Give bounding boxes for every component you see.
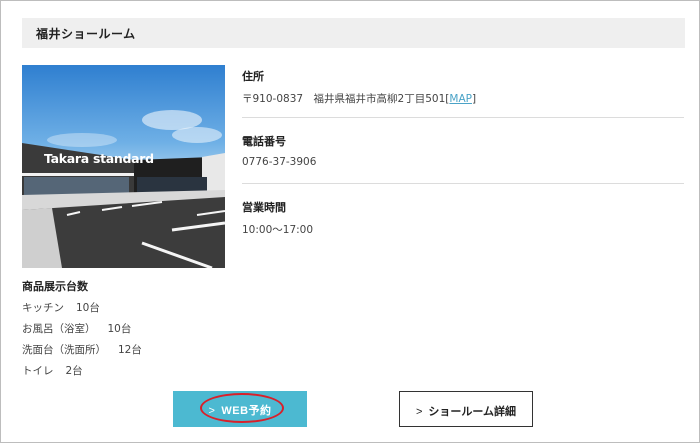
- chevron-right-icon: >: [415, 406, 423, 418]
- count-name: お風呂（浴室）: [22, 323, 96, 335]
- showroom-detail-text: ショールーム詳細: [428, 406, 517, 418]
- count-name: 洗面台（洗面所）: [22, 344, 106, 356]
- address-text: 〒910-0837 福井県福井市高柳2丁目501: [242, 93, 446, 105]
- divider: [242, 183, 684, 184]
- hours-value: 10:00〜17:00: [242, 224, 314, 236]
- address-value: 〒910-0837 福井県福井市高柳2丁目501[MAP]: [242, 91, 684, 106]
- showroom-header: 福井ショールーム: [22, 18, 685, 48]
- display-counts: 商品展示台数 キッチン 10台 お風呂（浴室） 10台 洗面台（洗面所） 12台 トイ…: [22, 278, 222, 378]
- showroom-card: 福井ショールーム Takara standard 住所 〒910-0837 福井…: [0, 0, 700, 443]
- showroom-title: 福井ショールーム: [36, 27, 136, 41]
- divider: [242, 117, 684, 118]
- count-name: キッチン: [22, 302, 64, 314]
- list-item: お風呂（浴室） 10台: [22, 321, 222, 336]
- web-reserve-label: > WEB予約: [173, 402, 307, 418]
- address-block: 住所 〒910-0837 福井県福井市高柳2丁目501[MAP]: [242, 68, 684, 106]
- list-item: トイレ 2台: [22, 363, 222, 378]
- showroom-photo: Takara standard: [22, 65, 225, 268]
- web-reserve-text: WEB予約: [221, 405, 272, 417]
- count-value: 10台: [107, 323, 132, 335]
- showroom-detail-label: > ショールーム詳細: [400, 403, 532, 419]
- photo-sign-text: Takara standard: [44, 151, 154, 166]
- count-value: 2台: [65, 365, 83, 377]
- list-item: 洗面台（洗面所） 12台: [22, 342, 222, 357]
- hours-block: 営業時間 10:00〜17:00: [242, 199, 684, 237]
- phone-label: 電話番号: [242, 135, 286, 148]
- display-counts-title: 商品展示台数: [22, 280, 88, 293]
- web-reserve-button[interactable]: > WEB予約: [173, 391, 307, 427]
- chevron-right-icon: >: [208, 405, 216, 417]
- count-value: 12台: [118, 344, 142, 356]
- count-name: トイレ: [22, 365, 54, 377]
- hours-label: 営業時間: [242, 201, 286, 214]
- phone-value: 0776-37-3906: [242, 156, 317, 168]
- showroom-detail-button[interactable]: > ショールーム詳細: [399, 391, 533, 427]
- address-label: 住所: [242, 70, 264, 83]
- count-value: 10台: [76, 302, 100, 314]
- phone-block: 電話番号 0776-37-3906: [242, 133, 684, 168]
- showroom-photo-image: [22, 65, 225, 268]
- map-link[interactable]: MAP: [449, 93, 472, 105]
- map-bracket-close: ]: [471, 93, 477, 105]
- list-item: キッチン 10台: [22, 300, 222, 315]
